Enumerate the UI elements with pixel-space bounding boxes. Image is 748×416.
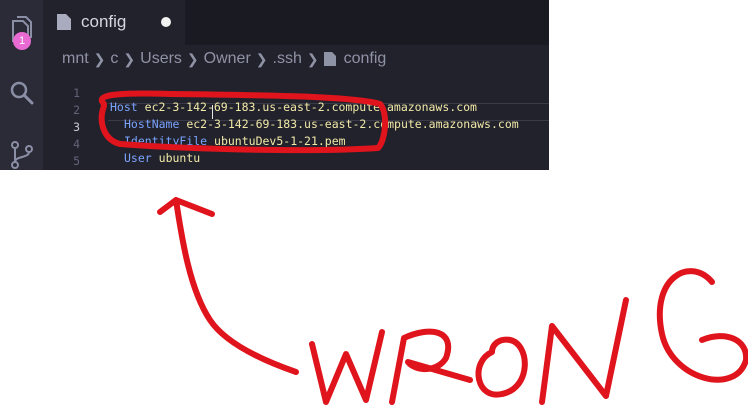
highlight-circle [98,90,388,154]
handwriting-o [475,336,528,398]
red-annotation [98,90,748,405]
handwriting-g [657,268,748,383]
handwriting-w [309,329,385,405]
arrow-icon [157,197,299,375]
handwriting-r [389,328,473,405]
handwriting-n [539,297,629,405]
